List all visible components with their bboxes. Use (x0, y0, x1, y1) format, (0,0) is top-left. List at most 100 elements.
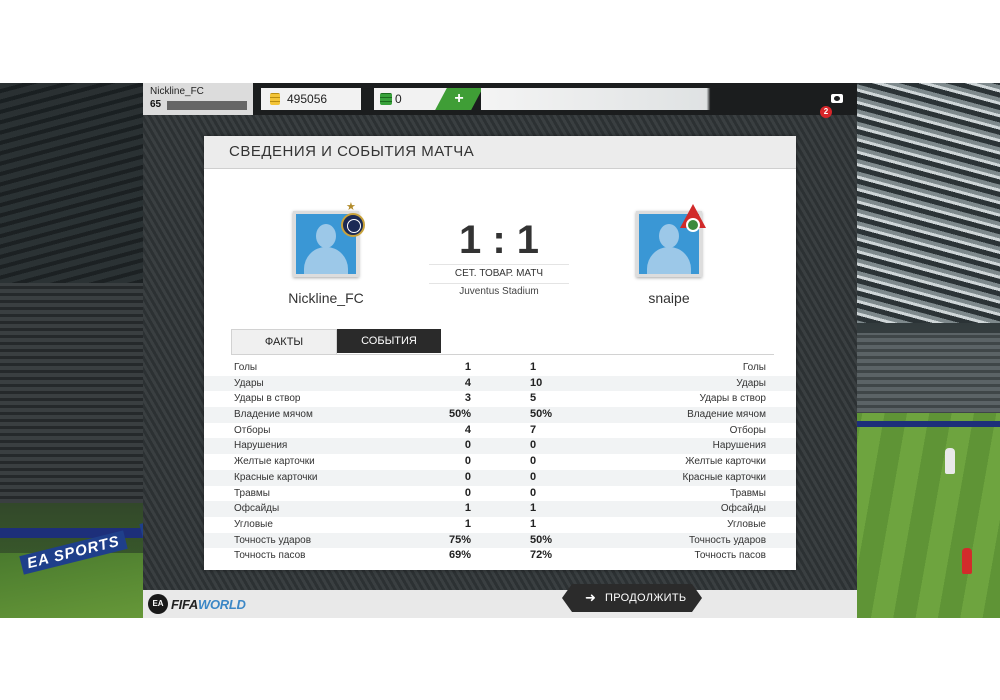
notification-badge[interactable]: 2 (820, 106, 832, 118)
stat-value-away: 7 (530, 423, 537, 436)
match-type: СЕТ. ТОВАР. МАТЧ (429, 264, 569, 284)
pitch-right (840, 413, 1000, 618)
card-header: СВЕДЕНИЯ И СОБЫТИЯ МАТЧА (204, 136, 796, 169)
stat-label-away: Травмы (730, 487, 766, 499)
stat-row: Точность ударов 75% 50% Точность ударов (204, 532, 796, 549)
stat-label-home: Отборы (234, 424, 271, 436)
stat-label-away: Удары (736, 377, 766, 389)
stadium-name: Juventus Stadium (459, 286, 539, 297)
stat-label-home: Точность ударов (234, 534, 312, 546)
stat-value-home: 0 (464, 455, 471, 468)
stat-value-away: 0 (530, 439, 537, 452)
stat-label-home: Владение мячом (234, 409, 313, 421)
stat-value-away: 0 (530, 455, 537, 468)
stat-row: Нарушения 0 0 Нарушения (204, 438, 796, 455)
add-points-button[interactable]: + (435, 88, 483, 110)
add-icon: + (454, 90, 464, 107)
stat-value-away: 1 (530, 517, 537, 530)
stat-value-home: 3 (464, 392, 471, 405)
stat-row: Точность пасов 69% 72% Точность пасов (204, 548, 796, 564)
stat-label-home: Травмы (234, 487, 270, 499)
stat-label-home: Угловые (234, 518, 273, 530)
stat-value-away: 0 (530, 470, 537, 483)
continue-button[interactable]: ➜ ПРОДОЛЖИТЬ (562, 584, 702, 612)
stat-value-away: 72% (530, 549, 553, 562)
stat-label-home: Точность пасов (234, 550, 306, 562)
avatar-placeholder-icon (316, 224, 336, 248)
logo-fifa-text: FIFA (171, 596, 198, 612)
coins-value: 495056 (287, 92, 328, 106)
stat-value-away: 5 (530, 392, 537, 405)
stat-label-home: Удары (234, 377, 264, 389)
card-title: СВЕДЕНИЯ И СОБЫТИЯ МАТЧА (229, 143, 475, 160)
coins-icon (270, 93, 280, 105)
club-badge-inter-icon (341, 213, 365, 237)
stat-label-home: Нарушения (234, 440, 288, 452)
stat-row: Травмы 0 0 Травмы (204, 486, 796, 502)
club-badge-lokomotiv-inner (686, 218, 700, 232)
stat-label-away: Красные карточки (682, 471, 766, 483)
stat-value-home: 0 (464, 470, 471, 483)
home-team-name: Nickline_FC (288, 290, 364, 306)
player-white (945, 448, 955, 474)
stat-row: Угловые 1 1 Угловые (204, 517, 796, 533)
profile-widget[interactable]: Nickline_FC 65 (143, 83, 253, 115)
fifa-world-logo: EA FIFA WORLD (148, 593, 246, 615)
tab-facts[interactable]: ФАКТЫ (231, 329, 337, 354)
stat-label-away: Точность пасов (694, 550, 767, 562)
ea-sports-icon: EA (148, 594, 168, 614)
stat-row: Желтые карточки 0 0 Желтые карточки (204, 454, 796, 470)
stat-value-away: 50% (530, 533, 553, 546)
arrow-right-icon: ➜ (585, 590, 596, 605)
stat-value-away: 0 (530, 486, 537, 499)
stat-label-home: Красные карточки (234, 471, 318, 483)
star-icon: ★ (346, 201, 356, 213)
stat-label-away: Удары в створ (699, 393, 767, 405)
fifa-points-value: 0 (395, 92, 402, 106)
stat-value-away: 50% (530, 408, 553, 421)
profile-level: 65 (150, 99, 162, 110)
avatar-placeholder-icon (659, 224, 679, 248)
stat-value-away: 1 (530, 502, 537, 515)
stat-row: Офсайды 1 1 Офсайды (204, 501, 796, 517)
stat-label-home: Удары в створ (234, 393, 301, 405)
stat-value-home: 69% (448, 549, 471, 562)
stat-label-home: Офсайды (234, 503, 280, 515)
stat-row: Владение мячом 50% 50% Владение мячом (204, 407, 796, 423)
stat-row: Отборы 4 7 Отборы (204, 423, 796, 439)
stat-label-home: Желтые карточки (234, 456, 315, 468)
stadium-roof-right (840, 83, 1000, 323)
match-facts-card: СВЕДЕНИЯ И СОБЫТИЯ МАТЧА ★ Nickline_FC 1… (204, 136, 796, 570)
stat-label-away: Офсайды (720, 503, 766, 515)
stat-value-home: 4 (464, 376, 471, 389)
continue-label: ПРОДОЛЖИТЬ (605, 592, 687, 604)
stat-value-home: 1 (464, 502, 471, 515)
player-red (962, 548, 972, 574)
top-bar: Nickline_FC 65 495056 0 + 2 (143, 83, 857, 118)
match-score: 1 : 1 (458, 218, 540, 262)
stat-value-home: 4 (464, 423, 471, 436)
stat-label-away: Угловые (727, 518, 766, 530)
stat-value-home: 75% (448, 533, 471, 546)
stat-row: Удары в створ 3 5 Удары в створ (204, 391, 796, 407)
stat-label-away: Голы (742, 362, 766, 373)
stat-label-away: Владение мячом (687, 409, 766, 421)
level-progress-bar (167, 101, 247, 110)
stat-value-away: 1 (530, 361, 537, 373)
stat-value-home: 50% (448, 408, 471, 421)
tab-events[interactable]: СОБЫТИЯ (337, 329, 441, 353)
stat-label-away: Желтые карточки (685, 456, 766, 468)
stats-table: Голы 1 1 Голы Удары 4 10 Удары Удары в с… (204, 360, 796, 564)
camera-icon[interactable] (831, 94, 843, 103)
stat-value-home: 1 (464, 517, 471, 530)
stat-label-away: Нарушения (712, 440, 766, 452)
stat-value-home: 0 (464, 439, 471, 452)
stat-value-home: 0 (464, 486, 471, 499)
stat-row: Красные карточки 0 0 Красные карточки (204, 469, 796, 486)
stat-value-away: 10 (530, 376, 543, 389)
stat-value-home: 1 (464, 361, 471, 373)
stat-label-away: Точность ударов (688, 534, 766, 546)
stat-row: Голы 1 1 Голы (204, 360, 796, 376)
tabs-divider (231, 354, 774, 355)
stat-label-away: Отборы (729, 424, 766, 436)
